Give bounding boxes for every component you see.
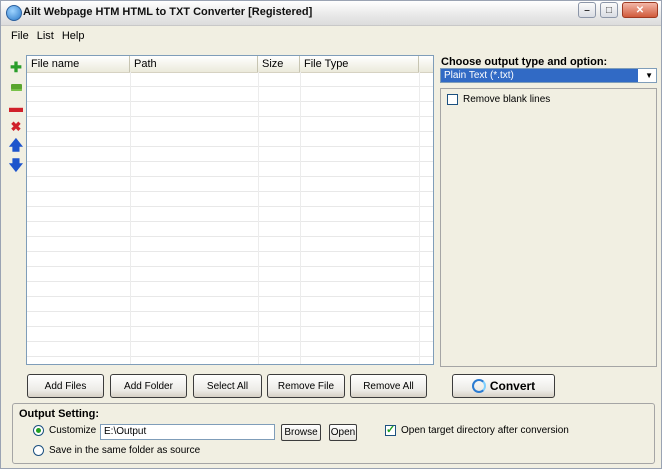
convert-label: Convert xyxy=(489,379,536,393)
output-type-label: Choose output type and option: xyxy=(441,56,608,68)
add-folder-button[interactable]: Add Folder xyxy=(110,374,187,398)
browse-button[interactable]: Browse xyxy=(281,424,321,441)
maximize-icon: □ xyxy=(605,4,613,16)
select-all-button[interactable]: Select All xyxy=(193,374,262,398)
column-file-type[interactable]: File Type xyxy=(300,56,419,72)
file-list[interactable]: File name Path Size File Type xyxy=(26,55,434,365)
menu-bar: File List Help xyxy=(1,28,90,44)
open-after-label: Open target directory after conversion xyxy=(401,425,569,436)
convert-button[interactable]: Convert xyxy=(452,374,555,398)
add-folder-icon[interactable] xyxy=(7,77,25,97)
add-file-icon[interactable]: ✚ xyxy=(7,57,25,77)
options-panel: Remove blank lines xyxy=(440,88,657,367)
remove-all-button[interactable]: Remove All xyxy=(350,374,427,398)
output-path-input[interactable]: E:\Output xyxy=(100,424,275,440)
menu-file[interactable]: File xyxy=(1,28,35,44)
window-title: Ailt Webpage HTM HTML to TXT Converter [… xyxy=(23,6,313,18)
same-folder-option[interactable]: Save in the same folder as source xyxy=(33,445,200,456)
menu-list[interactable]: List xyxy=(35,28,60,44)
remove-blank-lines-option[interactable]: Remove blank lines xyxy=(447,94,550,105)
chevron-down-icon: ▼ xyxy=(645,71,653,80)
open-after-checkbox[interactable] xyxy=(385,423,396,436)
add-files-button[interactable]: Add Files xyxy=(27,374,104,398)
menu-help[interactable]: Help xyxy=(60,28,91,44)
minimize-button[interactable]: – xyxy=(578,2,596,18)
remove-blank-lines-label: Remove blank lines xyxy=(463,94,551,105)
same-folder-radio[interactable] xyxy=(33,445,44,456)
customize-option[interactable]: Customize xyxy=(33,425,96,436)
column-path[interactable]: Path xyxy=(130,56,258,72)
remove-file-button[interactable]: Remove File xyxy=(267,374,345,398)
column-size[interactable]: Size xyxy=(258,56,300,72)
delete-icon[interactable]: ✖ xyxy=(7,117,25,137)
column-divider xyxy=(300,72,301,364)
output-setting-title: Output Setting: xyxy=(19,408,100,420)
output-type-select[interactable]: Plain Text (*.txt) ▼ xyxy=(440,68,657,83)
same-folder-label: Save in the same folder as source xyxy=(49,445,201,456)
app-window: Ailt Webpage HTM HTML to TXT Converter [… xyxy=(0,0,662,469)
close-icon: ✕ xyxy=(635,4,645,16)
remove-icon[interactable]: ▬ xyxy=(7,97,25,117)
column-divider xyxy=(258,72,259,364)
maximize-button[interactable]: □ xyxy=(600,2,618,18)
customize-radio[interactable] xyxy=(33,425,44,436)
customize-label: Customize xyxy=(49,425,97,436)
title-bar[interactable]: Ailt Webpage HTM HTML to TXT Converter [… xyxy=(1,1,661,26)
side-toolbar: ✚ ▬ ✖ 🡅 🡇 xyxy=(7,57,25,177)
column-divider xyxy=(419,72,420,364)
remove-blank-lines-checkbox[interactable] xyxy=(447,94,458,105)
column-file-name[interactable]: File name xyxy=(27,56,130,72)
open-button[interactable]: Open xyxy=(329,424,357,441)
minimize-icon: – xyxy=(584,4,590,16)
move-down-icon[interactable]: 🡇 xyxy=(7,157,25,177)
column-divider xyxy=(130,72,131,364)
open-after-option[interactable]: Open target directory after conversion xyxy=(385,423,569,436)
move-up-icon[interactable]: 🡅 xyxy=(7,137,25,157)
file-list-rows xyxy=(27,72,433,364)
close-button[interactable]: ✕ xyxy=(622,2,658,18)
app-icon xyxy=(6,5,22,21)
file-list-header: File name Path Size File Type xyxy=(27,56,433,73)
output-type-value: Plain Text (*.txt) xyxy=(441,69,638,82)
convert-icon xyxy=(471,379,486,393)
